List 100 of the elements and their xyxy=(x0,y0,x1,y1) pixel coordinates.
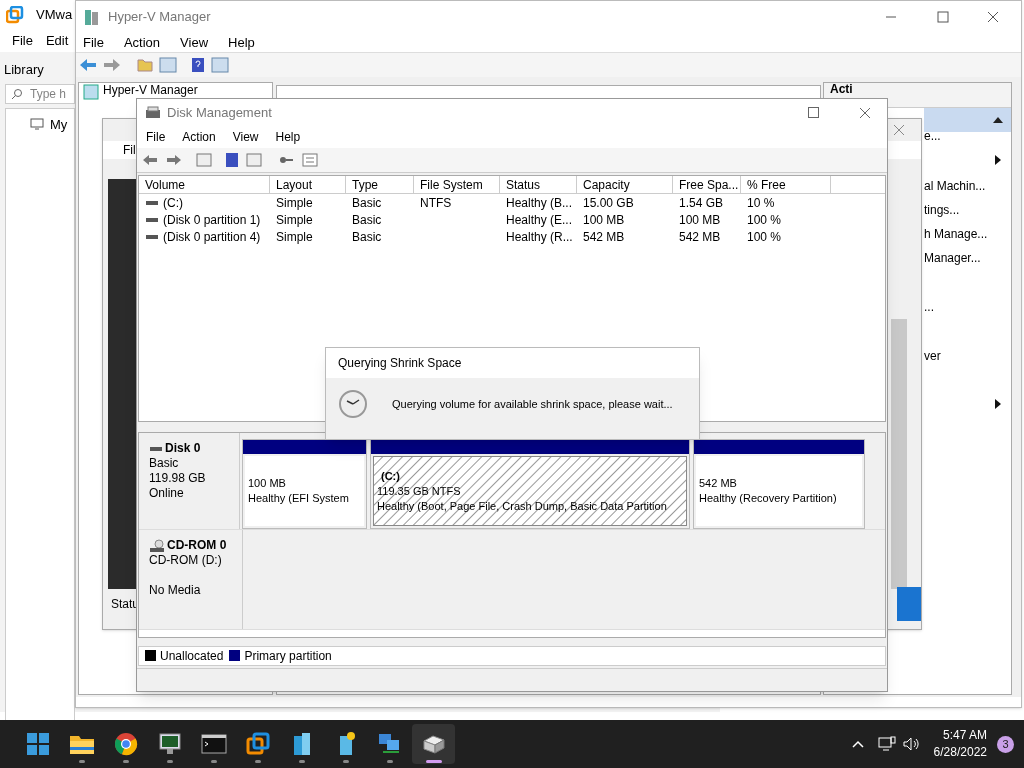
command-item[interactable]: tings... xyxy=(924,201,960,219)
partition-status: Healthy (Recovery Partition) xyxy=(699,491,838,507)
command-item[interactable]: al Machin... xyxy=(924,177,986,195)
column-header[interactable]: Status xyxy=(500,176,577,194)
library-label: Library xyxy=(4,62,44,77)
table-cell-text: Simple xyxy=(276,194,313,212)
partition[interactable]: 542 MB Healthy (Recovery Partition) xyxy=(693,439,865,530)
table-cell-text: 15.00 GB xyxy=(583,194,634,212)
menu-item[interactable]: File xyxy=(146,128,166,147)
menu-item[interactable]: File xyxy=(12,31,33,51)
partition-status: Healthy (Boot, Page File, Crash Dump, Basic Data Partition xyxy=(377,498,668,514)
table-cell-text: (Disk 0 partition 1) xyxy=(163,211,261,229)
clock[interactable]: 5:47 AM 6/28/2022 xyxy=(933,727,987,761)
menu-item[interactable]: Help xyxy=(275,128,301,147)
submenu-arrow-icon[interactable] xyxy=(995,155,1001,165)
column-header[interactable]: File System xyxy=(414,176,500,194)
column-header[interactable]: Type xyxy=(346,176,414,194)
forward-icon[interactable] xyxy=(166,154,182,167)
table-cell-text: (C:) xyxy=(163,194,183,212)
table-cell-text: Simple xyxy=(276,228,313,246)
volume-icon[interactable] xyxy=(901,736,920,752)
column-header[interactable]: % Free xyxy=(741,176,831,194)
disk-drive-icon xyxy=(420,732,447,756)
overlapping-squares-icon xyxy=(245,732,270,756)
tree-item[interactable]: Hyper-V Manager xyxy=(103,84,198,96)
legend-label: Primary partition xyxy=(244,647,332,665)
close-icon[interactable] xyxy=(987,11,999,23)
window-title: Disk Management xyxy=(167,103,272,122)
table-cell-text: Healthy (E... xyxy=(506,211,573,229)
column-header[interactable]: Capacity xyxy=(577,176,673,194)
disk-name: Disk 0 xyxy=(165,441,201,457)
column-header[interactable]: Layout xyxy=(270,176,346,194)
table-cell-text: Healthy (R... xyxy=(506,228,573,246)
menu-item[interactable]: Help xyxy=(228,32,255,53)
table-cell-text: Basic xyxy=(352,194,382,212)
table-cell-text: 1.54 GB xyxy=(679,194,724,212)
menu-item[interactable]: View xyxy=(180,32,209,53)
menu-item[interactable]: View xyxy=(232,128,259,147)
table-cell-text: 100 % xyxy=(747,211,782,229)
table-cell-text: (Disk 0 partition 4) xyxy=(163,228,261,246)
disk-drive-icon xyxy=(145,105,161,120)
command-item[interactable]: ver xyxy=(924,347,941,365)
menu-item[interactable]: Action xyxy=(123,32,161,53)
taskbar-button[interactable] xyxy=(412,724,455,764)
tree-item[interactable]: My xyxy=(50,114,68,134)
browser-icon xyxy=(113,732,138,756)
windows-icon xyxy=(25,732,50,756)
partition-status: Healthy (EFI System xyxy=(248,491,350,507)
table-cell-text: NTFS xyxy=(420,194,452,212)
column-header[interactable]: Volume xyxy=(139,176,270,194)
window-title: VMwa xyxy=(36,6,73,25)
server-icon xyxy=(84,8,100,26)
search-field[interactable]: Type h xyxy=(5,83,75,104)
scrollbar[interactable] xyxy=(891,319,907,589)
date-text: 6/28/2022 xyxy=(933,744,987,761)
menu-item[interactable]: Action xyxy=(182,128,216,147)
disk-name: CD-ROM 0 xyxy=(167,538,227,554)
partition[interactable]: (C:) 119.35 GB NTFS Healthy (Boot, Page File, Crash Dump, Basic Data Partition xyxy=(370,439,690,530)
clock-icon xyxy=(338,389,368,419)
partition[interactable]: 100 MB Healthy (EFI System xyxy=(242,439,367,530)
folder-icon xyxy=(68,733,95,755)
command-item[interactable]: h Manage... xyxy=(924,225,988,243)
close-icon[interactable] xyxy=(893,124,905,136)
menu-item[interactable]: Edit xyxy=(45,31,69,51)
table-cell-text: Basic xyxy=(352,211,382,229)
table-cell-text: 100 MB xyxy=(679,211,721,229)
panel-header: Acti xyxy=(830,82,853,96)
monitor-icon xyxy=(30,118,44,131)
close-icon[interactable] xyxy=(859,106,871,119)
disk-status: No Media xyxy=(149,583,202,599)
help-icon[interactable] xyxy=(226,153,238,168)
notification-badge[interactable]: 3 xyxy=(997,735,1014,753)
monitor-icon xyxy=(156,732,183,756)
command-item[interactable]: ... xyxy=(924,298,934,316)
window-title: Hyper-V Manager xyxy=(108,8,211,27)
table-cell-text: 10 % xyxy=(747,194,775,212)
table-cell-text: 100 MB xyxy=(583,211,625,229)
dialog-title: Querying Shrink Space xyxy=(338,355,462,372)
command-item[interactable]: e... xyxy=(924,127,941,145)
back-icon[interactable] xyxy=(142,154,158,167)
column-header[interactable]: Free Spa... xyxy=(673,176,741,194)
table-cell-text: Basic xyxy=(352,228,382,246)
maximize-icon[interactable] xyxy=(808,107,819,119)
table-cell-text: 542 MB xyxy=(679,228,721,246)
menu-item[interactable]: File xyxy=(83,32,104,53)
chevron-up-icon[interactable] xyxy=(851,740,864,748)
menu-item[interactable]: Fil xyxy=(123,141,136,159)
cd-drive-icon xyxy=(149,538,165,553)
server-tree-icon xyxy=(83,84,99,100)
back-icon[interactable] xyxy=(79,58,97,72)
help-icon[interactable] xyxy=(191,57,205,73)
command-item[interactable]: Manager... xyxy=(924,249,981,267)
terminal-icon xyxy=(200,733,227,755)
forward-icon[interactable] xyxy=(103,58,121,72)
partition-size: 100 MB xyxy=(248,476,287,492)
partition-label: (C:) xyxy=(380,468,401,484)
table-cell-text: 100 % xyxy=(747,228,782,246)
network-icon[interactable] xyxy=(877,736,896,752)
submenu-arrow-icon[interactable] xyxy=(995,399,1001,409)
maximize-icon[interactable] xyxy=(937,11,949,23)
